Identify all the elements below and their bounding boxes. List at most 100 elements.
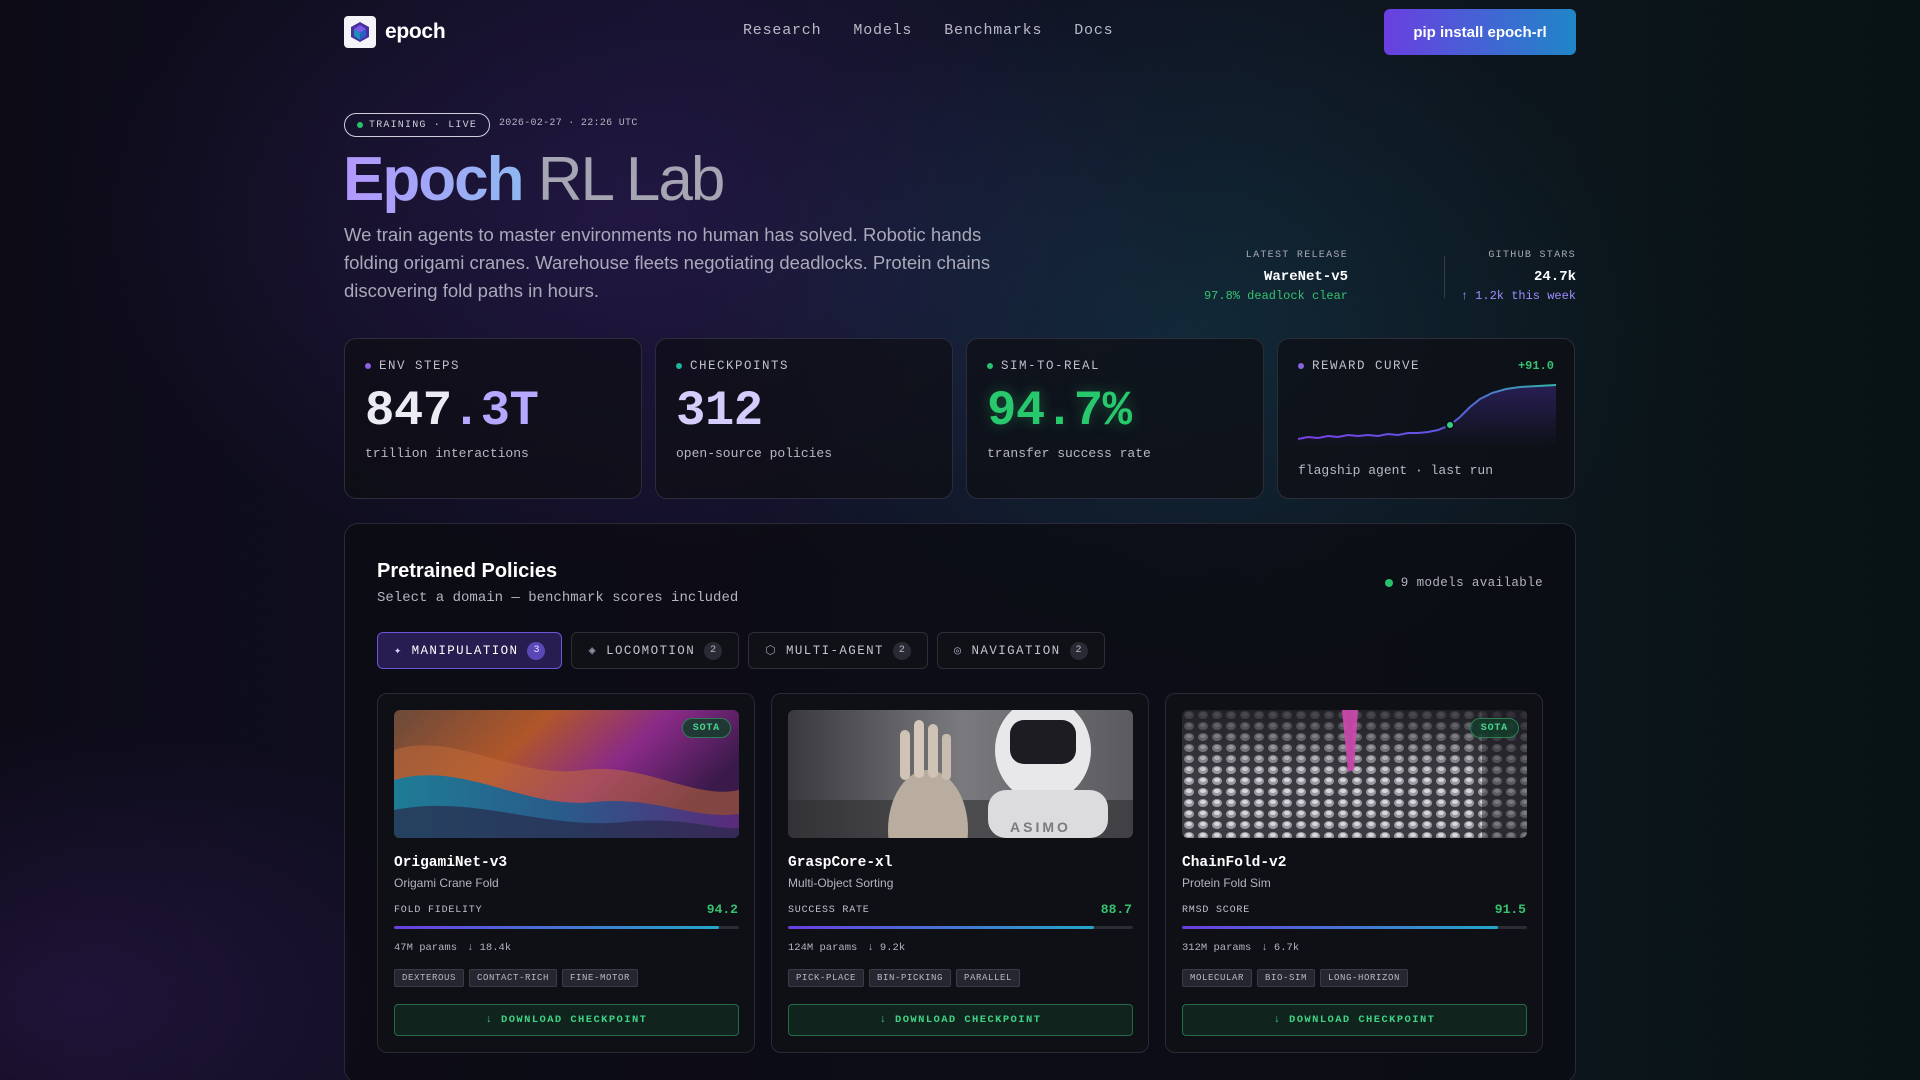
stat-label-text: ENV STEPS	[379, 359, 461, 373]
dot-icon	[676, 363, 682, 369]
policy-name: GraspCore-xl	[788, 855, 893, 871]
reward-delta: +91.0	[1517, 359, 1554, 373]
stat-value: 847.3T	[365, 381, 539, 441]
stat-caption: flagship agent · last run	[1298, 463, 1494, 478]
tag: CONTACT-RICH	[469, 969, 558, 987]
policy-card-origaminet[interactable]: SOTA OrigamiNet-v3 Origami Crane Fold FO…	[377, 693, 755, 1053]
top-nav: epoch Research Models Benchmarks Docs pi…	[344, 9, 1576, 55]
svg-text:ASIMO: ASIMO	[1010, 819, 1071, 835]
stat-value-accent: .3T	[451, 383, 539, 439]
tab-label: NAVIGATION	[971, 643, 1061, 658]
download-checkpoint-button[interactable]: ↓ DOWNLOAD CHECKPOINT	[1182, 1004, 1527, 1036]
tag: MOLECULAR	[1182, 969, 1253, 987]
nav-link-docs[interactable]: Docs	[1074, 22, 1113, 39]
tab-label: MULTI-AGENT	[785, 643, 884, 658]
github-stars-value: 24.7k	[1533, 269, 1576, 285]
hexagon-icon: ⬡	[765, 644, 777, 658]
policy-task: Protein Fold Sim	[1182, 876, 1271, 890]
latest-release[interactable]: LATEST RELEASE WareNet-v5 97.8% deadlock…	[1204, 250, 1348, 303]
nav-links: Research Models Benchmarks Docs	[743, 22, 1113, 39]
policy-params: 124M params	[788, 942, 858, 954]
tag: PARALLEL	[956, 969, 1021, 987]
policy-meta: 312M params ↓ 6.7k	[1182, 942, 1299, 954]
metric-bar-fill	[394, 926, 719, 929]
panel-title: Pretrained Policies	[377, 560, 558, 582]
tag: DEXTEROUS	[394, 969, 465, 987]
policy-thumbnail: SOTA	[394, 710, 739, 838]
latest-release-sub: 97.8% deadlock clear	[1203, 289, 1348, 303]
metric-bar-fill	[1182, 926, 1498, 929]
stat-value: 94.7%	[987, 383, 1132, 439]
policy-name: OrigamiNet-v3	[394, 855, 508, 871]
brand[interactable]: epoch	[344, 16, 446, 48]
models-available-text: 9 models available	[1400, 576, 1543, 590]
policy-card-graspcore[interactable]: ASIMO GraspCore-xl Multi-Object Sorting …	[771, 693, 1149, 1053]
status-badge: TRAINING · LIVE	[344, 113, 491, 137]
policy-task: Origami Crane Fold	[394, 876, 499, 890]
kpi-divider	[1444, 256, 1445, 298]
hero-description: We train agents to master environments n…	[344, 224, 991, 301]
policy-card-chainfold[interactable]: SOTA ChainFold-v2 Protein Fold Sim RMSD …	[1165, 693, 1543, 1053]
tab-label: MANIPULATION	[411, 643, 519, 658]
tag: FINE-MOTOR	[562, 969, 639, 987]
github-stars-label: GITHUB STARS	[1488, 250, 1576, 261]
download-checkpoint-button[interactable]: ↓ DOWNLOAD CHECKPOINT	[788, 1004, 1133, 1036]
page-title: Epoch RL Lab	[343, 144, 725, 216]
tag: PICK-PLACE	[788, 969, 865, 987]
nav-link-benchmarks[interactable]: Benchmarks	[944, 22, 1042, 39]
stat-label: ENV STEPS	[365, 359, 460, 373]
policy-meta: 47M params ↓ 18.4k	[394, 942, 511, 954]
stat-value-main: 847	[365, 383, 452, 439]
tab-count: 2	[704, 641, 723, 660]
nav-link-research[interactable]: Research	[743, 22, 821, 39]
reward-point	[1445, 420, 1455, 430]
robot-hand-image: ASIMO	[788, 710, 1133, 838]
reward-sparkline	[1298, 384, 1556, 447]
nav-link-models[interactable]: Models	[853, 22, 912, 39]
policy-thumbnail: ASIMO	[788, 710, 1133, 838]
tab-count: 2	[1069, 641, 1088, 660]
latest-release-label: LATEST RELEASE	[1245, 250, 1348, 261]
policies-panel: Pretrained Policies Select a domain — be…	[344, 523, 1576, 1080]
github-stars[interactable]: GITHUB STARS 24.7k ↑ 1.2k this week	[1461, 250, 1576, 303]
metric-value: 88.7	[1100, 902, 1132, 917]
stat-label: CHECKPOINTS	[676, 359, 789, 373]
policy-downloads: ↓ 6.7k	[1261, 942, 1300, 954]
metric-value: 91.5	[1494, 902, 1526, 917]
stat-caption: open-source policies	[676, 446, 833, 461]
tab-locomotion[interactable]: ◈ LOCOMOTION 2	[571, 632, 740, 669]
tab-multi-agent[interactable]: ⬡ MULTI-AGENT 2	[748, 632, 928, 669]
dot-icon	[1298, 363, 1304, 369]
policy-task: Multi-Object Sorting	[788, 876, 894, 890]
metric-label: FOLD FIDELITY	[394, 905, 483, 916]
policy-thumbnail: SOTA	[1182, 710, 1527, 838]
tab-navigation[interactable]: ◎ NAVIGATION 2	[936, 632, 1105, 669]
metric-bar	[788, 926, 1133, 929]
target-icon: ◎	[953, 644, 963, 658]
metric-bar	[1182, 926, 1527, 929]
tag: BIO-SIM	[1257, 969, 1316, 987]
install-button[interactable]: pip install epoch-rl	[1384, 9, 1576, 55]
download-checkpoint-button[interactable]: ↓ DOWNLOAD CHECKPOINT	[394, 1004, 739, 1036]
timestamp: 2026-02-27 · 22:26 UTC	[499, 118, 638, 129]
policy-tags: MOLECULAR BIO-SIM LONG-HORIZON	[1182, 969, 1409, 987]
tab-manipulation[interactable]: ✦ MANIPULATION 3	[377, 632, 563, 669]
metric-bar-fill	[788, 926, 1094, 929]
sparkle-icon: ✦	[394, 644, 403, 658]
policy-meta: 124M params ↓ 9.2k	[788, 942, 905, 954]
tag: BIN-PICKING	[869, 969, 952, 987]
stat-label: REWARD CURVE	[1298, 359, 1420, 373]
metric-value: 94.2	[706, 902, 738, 917]
policy-tags: DEXTEROUS CONTACT-RICH FINE-MOTOR	[394, 969, 639, 987]
policy-params: 312M params	[1182, 942, 1252, 954]
stat-label-text: SIM-TO-REAL	[1001, 359, 1101, 373]
dot-icon	[987, 363, 993, 369]
sota-badge: SOTA	[681, 718, 731, 738]
stat-card-reward-curve: REWARD CURVE +91.0 flagship agent · last…	[1277, 338, 1575, 499]
available-dot-icon	[1384, 579, 1393, 587]
stat-card-env-steps: ENV STEPS 847.3T trillion interactions	[344, 338, 642, 499]
policy-params: 47M params	[394, 942, 458, 954]
metric-bar	[394, 926, 739, 929]
stat-caption: trillion interactions	[365, 446, 529, 461]
github-stars-sub: ↑ 1.2k this week	[1460, 289, 1576, 303]
